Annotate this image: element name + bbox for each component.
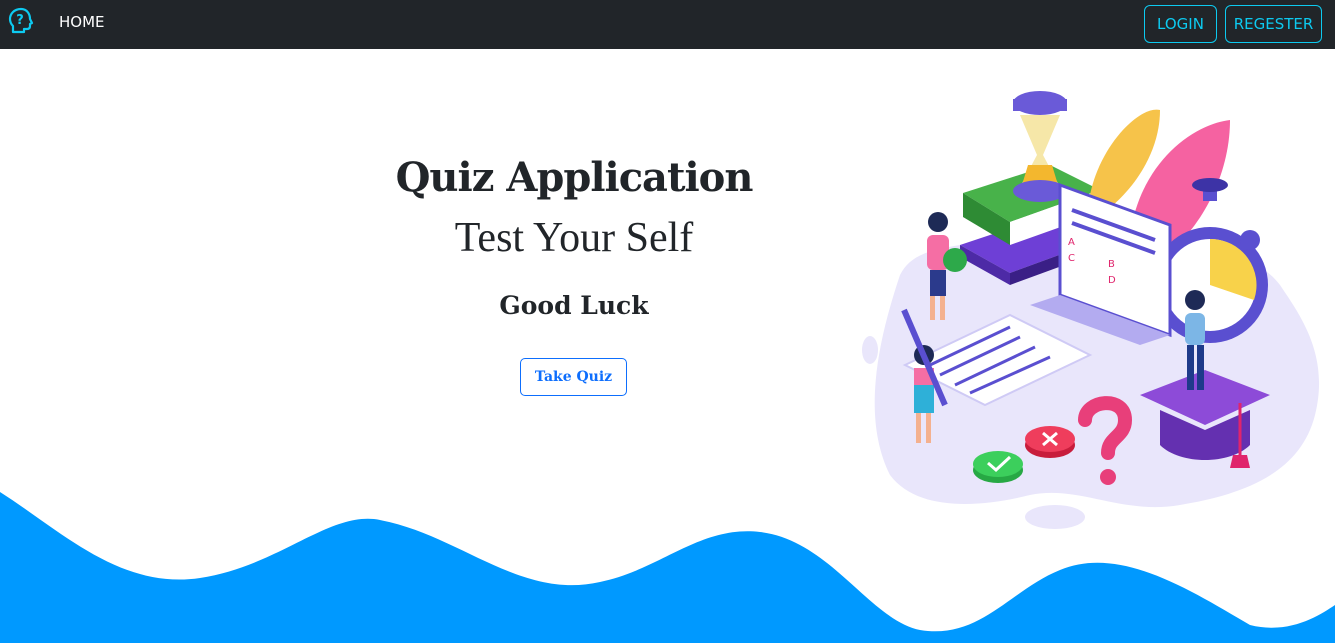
good-luck-text: Good Luck — [499, 291, 649, 320]
wave-shape — [0, 492, 1335, 643]
navbar: ? HOME LOGIN REGESTER — [0, 0, 1335, 49]
page-title: Quiz Application — [395, 154, 754, 201]
bottom-wave — [0, 492, 1335, 643]
svg-text:C: C — [1068, 253, 1075, 264]
wrong-badge-icon — [1025, 426, 1075, 458]
svg-text:B: B — [1108, 259, 1115, 270]
page-subtitle: Test Your Self — [454, 215, 694, 261]
svg-text:?: ? — [16, 13, 24, 28]
svg-text:D: D — [1108, 275, 1116, 286]
login-button[interactable]: LOGIN — [1144, 5, 1217, 43]
question-head-icon[interactable]: ? — [6, 6, 36, 36]
register-button[interactable]: REGESTER — [1225, 5, 1322, 43]
quiz-illustration: A B C D — [862, 91, 1320, 529]
nav-home-link[interactable]: HOME — [59, 12, 105, 32]
svg-text:A: A — [1068, 237, 1075, 248]
take-quiz-button[interactable]: Take Quiz — [520, 358, 627, 396]
